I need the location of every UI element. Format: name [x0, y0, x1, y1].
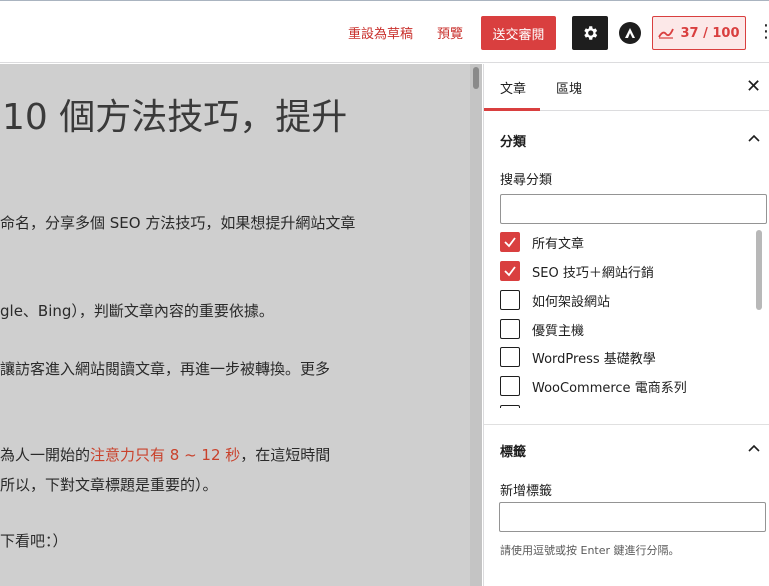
- category-item-partial[interactable]: [500, 404, 520, 408]
- search-categories-input[interactable]: [500, 194, 767, 224]
- paragraph-4-before: 為人一開始的: [0, 446, 91, 464]
- paragraph-3[interactable]: 讓訪客進入網站閱讀文章，再進一步被轉換。更多: [0, 358, 330, 379]
- seo-score-button[interactable]: 37 / 100: [652, 16, 746, 50]
- category-label: WordPress 基礎教學: [532, 351, 656, 367]
- add-tag-input[interactable]: [499, 502, 766, 532]
- tab-post[interactable]: 文章: [500, 78, 526, 97]
- checkbox-checked[interactable]: [500, 232, 520, 252]
- seo-score-icon: [658, 28, 675, 39]
- save-draft-button[interactable]: 重設為草稿: [348, 23, 413, 42]
- checkbox[interactable]: [500, 347, 520, 367]
- paragraph-4[interactable]: 為人一開始的注意力只有 8 ~ 12 秒，在這短時間: [0, 444, 330, 465]
- tags-title: 標籤: [500, 445, 527, 460]
- preview-button[interactable]: 預覽: [437, 23, 463, 42]
- checkmark-icon: [504, 266, 516, 277]
- paragraph-2[interactable]: gle、Bing），判斷文章內容的重要依據。: [0, 300, 274, 321]
- paragraph-5[interactable]: 所以，下對文章標題是重要的）。: [0, 474, 218, 495]
- category-scroll-thumb[interactable]: [756, 230, 762, 310]
- checkbox[interactable]: [500, 319, 520, 339]
- astra-logo-button[interactable]: [619, 22, 641, 44]
- gear-icon: [584, 26, 598, 40]
- checkbox[interactable]: [500, 376, 520, 396]
- checkmark-icon: [504, 237, 516, 248]
- category-item[interactable]: WordPress 基礎教學: [500, 346, 656, 368]
- category-label: 如何架設網站: [532, 294, 611, 310]
- add-tag-label: 新增標籤: [500, 484, 553, 499]
- category-item[interactable]: 所有文章: [500, 231, 584, 253]
- paragraph-4-after: ，在這短時間: [240, 446, 331, 464]
- tag-hint: 請使用逗號或按 Enter 鍵進行分隔。: [500, 544, 680, 557]
- editor-scrollbar[interactable]: [470, 64, 482, 586]
- seo-score-text: 37 / 100: [680, 25, 740, 41]
- paragraph-6[interactable]: 下看吧：）: [0, 530, 68, 551]
- astra-logo-icon: [625, 28, 635, 38]
- categories-title: 分類: [500, 135, 527, 150]
- category-label: WooCommerce 電商系列: [532, 380, 687, 396]
- checkbox[interactable]: [500, 405, 520, 408]
- checkbox-checked[interactable]: [500, 261, 520, 281]
- category-label: SEO 技巧＋網站行銷: [532, 265, 654, 281]
- editor-canvas: 10 個方法技巧，提升 命名，分享多個 SEO 方法技巧，如果想提升網站文章 g…: [0, 64, 482, 586]
- tags-panel-header[interactable]: 標籤: [484, 424, 769, 474]
- category-item[interactable]: WooCommerce 電商系列: [500, 375, 687, 397]
- categories-panel-header[interactable]: 分類: [484, 114, 769, 164]
- close-icon[interactable]: ✕: [746, 76, 761, 97]
- post-title[interactable]: 10 個方法技巧，提升: [2, 88, 347, 140]
- tab-block[interactable]: 區塊: [556, 78, 582, 97]
- top-toolbar: 重設為草稿 預覽 送交審閱 37 / 100 ⋮: [0, 0, 769, 63]
- chevron-up-icon[interactable]: [747, 442, 761, 456]
- category-item[interactable]: SEO 技巧＋網站行銷: [500, 260, 654, 282]
- category-item[interactable]: 如何架設網站: [500, 289, 610, 311]
- checkbox[interactable]: [500, 290, 520, 310]
- editor-scroll-thumb[interactable]: [473, 67, 479, 89]
- chevron-up-icon[interactable]: [747, 132, 761, 146]
- submit-review-button[interactable]: 送交審閱: [481, 16, 556, 50]
- sidebar-tabs: 文章 區塊 ✕: [484, 64, 769, 111]
- paragraph-4-highlight: 注意力只有 8 ~ 12 秒: [90, 446, 241, 464]
- category-item[interactable]: 優質主機: [500, 318, 584, 340]
- category-label: 所有文章: [532, 236, 585, 252]
- settings-sidebar: 文章 區塊 ✕ 分類 搜尋分類 所有文章 SEO 技巧＋網站行銷 如何架設網站: [483, 64, 769, 586]
- settings-button[interactable]: [572, 16, 608, 50]
- category-list: 所有文章 SEO 技巧＋網站行銷 如何架設網站 優質主機 WordPress 基…: [484, 228, 766, 408]
- category-label: 優質主機: [532, 323, 585, 339]
- active-tab-indicator: [484, 108, 540, 111]
- kebab-icon[interactable]: ⋮: [757, 23, 769, 41]
- search-categories-label: 搜尋分類: [500, 173, 553, 188]
- paragraph-1[interactable]: 命名，分享多個 SEO 方法技巧，如果想提升網站文章: [0, 212, 355, 233]
